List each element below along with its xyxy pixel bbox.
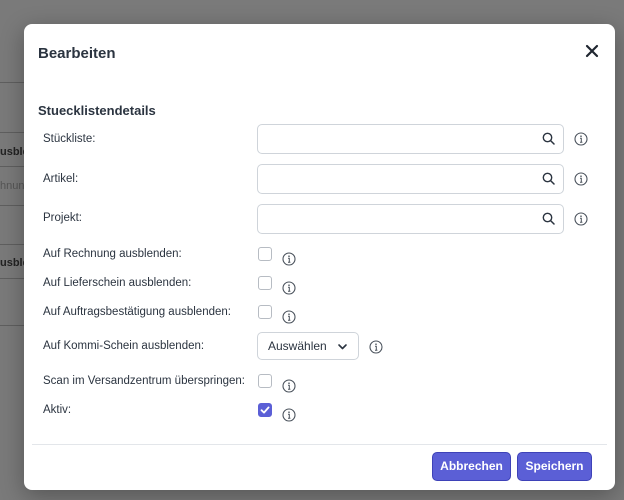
background-column-header: usble — [0, 257, 26, 269]
info-icon[interactable] — [282, 252, 296, 266]
footer-divider — [32, 444, 607, 445]
kommi-select[interactable]: Auswählen — [257, 332, 359, 360]
info-icon[interactable] — [369, 340, 383, 354]
dialog-title: Bearbeiten — [38, 45, 116, 62]
info-icon[interactable] — [574, 172, 588, 186]
auftragsbestaetigung-checkbox[interactable] — [258, 305, 272, 319]
search-icon[interactable] — [542, 212, 555, 225]
close-icon — [585, 44, 599, 58]
projekt-label: Projekt: — [43, 212, 82, 224]
lieferschein-label: Auf Lieferschein ausblenden: — [43, 277, 192, 289]
background-filter-text: hnung — [0, 180, 26, 192]
search-icon[interactable] — [542, 172, 555, 185]
info-icon[interactable] — [282, 281, 296, 295]
background-column-header: usble — [0, 146, 26, 158]
artikel-input[interactable] — [258, 165, 528, 193]
stueckliste-search-field[interactable] — [257, 124, 564, 154]
info-icon[interactable] — [574, 212, 588, 226]
kommi-label: Auf Kommi-Schein ausblenden: — [43, 340, 205, 352]
stueckliste-input[interactable] — [258, 125, 528, 153]
versandzentrum-checkbox[interactable] — [258, 374, 272, 388]
versandzentrum-label: Scan im Versandzentrum überspringen: — [43, 375, 245, 387]
cancel-button[interactable]: Abbrechen — [432, 452, 511, 481]
info-icon[interactable] — [282, 310, 296, 324]
info-icon[interactable] — [282, 408, 296, 422]
save-button[interactable]: Speichern — [517, 452, 592, 481]
projekt-search-field[interactable] — [257, 204, 564, 234]
info-icon[interactable] — [574, 132, 588, 146]
chevron-down-icon — [338, 344, 347, 350]
edit-dialog: Bearbeiten Stuecklistendetails Stücklist… — [24, 24, 615, 490]
close-button[interactable] — [583, 42, 601, 60]
rechnung-checkbox[interactable] — [258, 247, 272, 261]
artikel-label: Artikel: — [43, 173, 79, 185]
check-icon — [260, 406, 270, 414]
section-title: Stuecklistendetails — [38, 103, 156, 118]
search-icon[interactable] — [542, 132, 555, 145]
kommi-select-value: Auswählen — [268, 339, 327, 353]
stueckliste-label: Stückliste: — [43, 133, 96, 145]
lieferschein-checkbox[interactable] — [258, 276, 272, 290]
rechnung-label: Auf Rechnung ausblenden: — [43, 248, 182, 260]
artikel-search-field[interactable] — [257, 164, 564, 194]
aktiv-label: Aktiv: — [43, 404, 72, 416]
info-icon[interactable] — [282, 379, 296, 393]
auftragsbestaetigung-label: Auf Auftragsbestätigung ausblenden: — [43, 306, 231, 318]
projekt-input[interactable] — [258, 205, 528, 233]
aktiv-checkbox[interactable] — [258, 403, 272, 417]
